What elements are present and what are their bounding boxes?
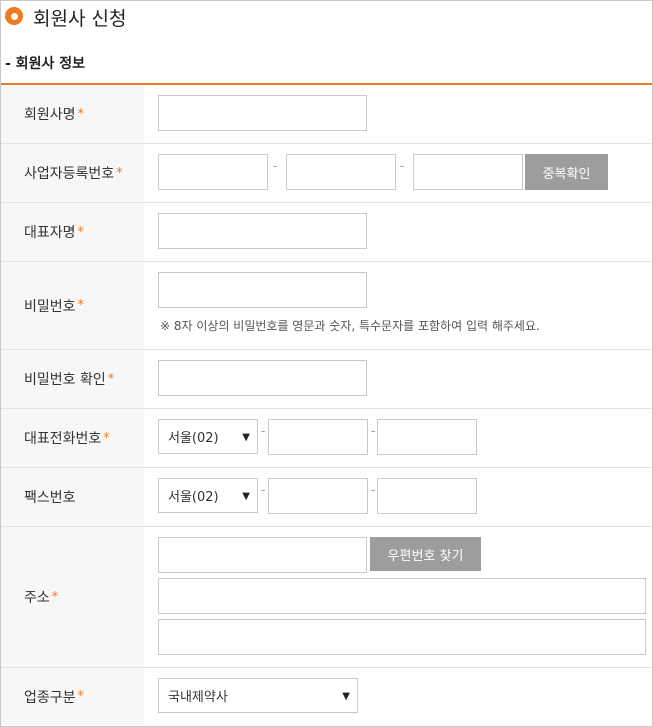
dropdown-arrow-icon: ▼: [242, 432, 250, 443]
business-reg-input-3[interactable]: [413, 154, 523, 190]
separator: -: [261, 424, 266, 438]
label-fax: 팩스번호: [24, 490, 76, 506]
row-label: 비밀번호 *: [1, 262, 144, 349]
business-type-value: 국내제약사: [168, 690, 228, 705]
row-business-type: 업종구분 * 국내제약사 ▼: [1, 668, 652, 725]
phone-area-value: 서울(02): [168, 431, 219, 446]
address-line2-input[interactable]: [158, 619, 646, 655]
row-fax: 팩스번호 서울(02) ▼ - -: [1, 468, 652, 527]
required-mark: *: [77, 298, 85, 313]
row-password-confirm: 비밀번호 확인 *: [1, 350, 652, 409]
row-label: 비밀번호 확인 *: [1, 350, 144, 408]
required-mark: *: [77, 106, 85, 122]
business-reg-input-1[interactable]: [158, 154, 268, 190]
row-business-reg: 사업자등록번호 * - - 중복확인: [1, 144, 652, 203]
label-password: 비밀번호: [24, 298, 76, 315]
business-reg-input-2[interactable]: [286, 154, 396, 190]
phone-area-select[interactable]: 서울(02) ▼: [158, 419, 258, 454]
separator: -: [371, 424, 376, 438]
label-address: 주소: [24, 590, 50, 606]
row-ceo-name: 대표자명 *: [1, 203, 652, 262]
required-mark: *: [77, 689, 85, 704]
label-password-confirm: 비밀번호 확인: [24, 372, 106, 388]
separator: -: [400, 159, 405, 173]
label-phone: 대표전화번호: [24, 431, 102, 447]
dropdown-arrow-icon: ▼: [342, 691, 350, 702]
fax-last-input[interactable]: [377, 478, 477, 514]
fax-middle-input[interactable]: [268, 478, 368, 514]
row-label: 사업자등록번호 *: [1, 144, 144, 202]
row-phone: 대표전화번호 * 서울(02) ▼ - -: [1, 409, 652, 468]
title-bullet-icon: [5, 7, 23, 25]
row-company-name: 회원사명 *: [1, 85, 652, 144]
separator: -: [371, 483, 376, 497]
required-mark: *: [107, 371, 115, 387]
phone-middle-input[interactable]: [268, 419, 368, 455]
fax-area-value: 서울(02): [168, 490, 219, 505]
label-business-type: 업종구분: [24, 689, 76, 706]
phone-last-input[interactable]: [377, 419, 477, 455]
password-input[interactable]: [158, 272, 367, 308]
row-label: 대표전화번호 *: [1, 409, 144, 467]
label-company-name: 회원사명: [24, 107, 76, 123]
row-label: 업종구분 *: [1, 668, 144, 725]
dropdown-arrow-icon: ▼: [242, 491, 250, 502]
business-type-select[interactable]: 국내제약사 ▼: [158, 678, 358, 713]
password-confirm-input[interactable]: [158, 360, 367, 396]
required-mark: *: [103, 430, 110, 446]
label-business-reg: 사업자등록번호: [24, 166, 115, 182]
row-password: 비밀번호 * ※ 8자 이상의 비밀번호를 영문과 숫자, 특수문자를 포함하여 …: [1, 262, 652, 350]
row-label: 회원사명 *: [1, 85, 144, 143]
required-mark: *: [51, 589, 59, 605]
separator: -: [261, 483, 266, 497]
duplicate-check-button[interactable]: 중복확인: [525, 154, 608, 190]
row-label: 주소 *: [1, 527, 144, 667]
ceo-name-input[interactable]: [158, 213, 367, 249]
page-title: 회원사 신청: [33, 8, 127, 30]
company-name-input[interactable]: [158, 95, 367, 131]
separator: -: [273, 159, 278, 173]
password-rule-note: ※ 8자 이상의 비밀번호를 영문과 숫자, 특수문자를 포함하여 입력 해주세…: [160, 319, 540, 333]
row-label: 대표자명 *: [1, 203, 144, 261]
required-mark: *: [116, 165, 123, 181]
section-title: - 회원사 정보: [5, 56, 85, 72]
row-address: 주소 * 우편번호 찾기: [1, 527, 652, 668]
fax-area-select[interactable]: 서울(02) ▼: [158, 478, 258, 513]
row-label: 팩스번호: [1, 468, 144, 526]
zipcode-input[interactable]: [158, 537, 367, 573]
label-ceo-name: 대표자명: [24, 225, 76, 241]
find-zipcode-button[interactable]: 우편번호 찾기: [370, 537, 481, 571]
address-line1-input[interactable]: [158, 578, 646, 614]
title-bar: 회원사 신청: [1, 1, 652, 33]
member-application-panel: 회원사 신청 - 회원사 정보 회원사명 * 사업자등록번호 * - - 중복확인 …: [0, 0, 653, 727]
required-mark: *: [77, 224, 85, 240]
